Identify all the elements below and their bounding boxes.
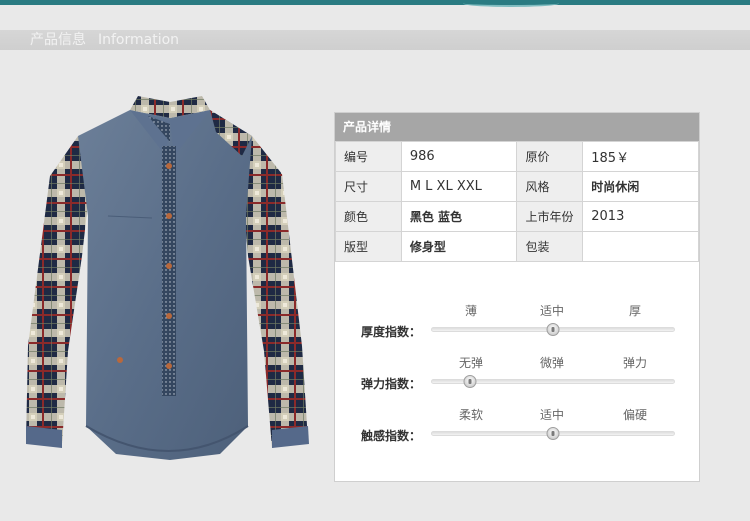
- meter-tick-label: 微弹: [539, 356, 565, 370]
- meter-tick-label: 无弹: [458, 356, 484, 370]
- spec-value: M L XL XXL: [400, 171, 518, 202]
- spec-value: 修身型: [400, 231, 518, 262]
- spec-value: 986: [400, 141, 518, 172]
- meter-label: 厚度指数：: [361, 325, 422, 339]
- spec-label: 版型: [335, 231, 402, 262]
- meter-label: 触感指数：: [361, 429, 422, 443]
- meter-knob: [546, 323, 560, 336]
- panel-title: 产品详情: [335, 113, 699, 141]
- spec-label: 尺寸: [335, 171, 402, 202]
- thickness-meter: 薄 适中 厚 厚度指数：: [335, 293, 699, 343]
- meter-tick-label: 厚: [628, 304, 642, 318]
- meter-label: 弹力指数：: [361, 377, 422, 391]
- section-title-en: Information: [98, 32, 180, 48]
- meter-tick-label: 弹力: [622, 356, 648, 370]
- spec-label: 包装: [516, 231, 584, 262]
- spec-value: 时尚休闲: [582, 171, 699, 202]
- rating-meters: 薄 适中 厚 厚度指数： 无弹 微弹 弹力 弹力指数： 柔软 适中 偏硬 触感指…: [335, 285, 699, 475]
- top-swoosh-decoration: [463, 0, 559, 7]
- meter-tick-label: 偏硬: [622, 408, 648, 422]
- section-title: 产品信息 Information: [30, 30, 179, 50]
- spec-value: 黑色 蓝色: [400, 201, 518, 232]
- table-row: 编号 986 原价 185￥: [335, 141, 699, 172]
- touch-meter: 柔软 适中 偏硬 触感指数：: [335, 397, 699, 447]
- meter-knob: [463, 375, 477, 388]
- spec-label: 编号: [335, 141, 402, 172]
- meter-knob: [546, 427, 560, 440]
- spec-label: 颜色: [335, 201, 402, 232]
- product-details-panel: 产品详情 编号 986 原价 185￥ 尺寸 M L XL XXL 风格 时尚休…: [334, 112, 700, 482]
- table-row: 颜色 黑色 蓝色 上市年份 2013: [335, 201, 699, 232]
- spec-value: 185￥: [582, 141, 699, 172]
- table-row: 尺寸 M L XL XXL 风格 时尚休闲: [335, 171, 699, 202]
- spec-value: [582, 231, 699, 262]
- meter-tick-label: 柔软: [458, 408, 484, 422]
- shirt-product-image: [26, 96, 309, 460]
- section-title-cn: 产品信息: [30, 32, 86, 48]
- top-accent-bar: [0, 0, 750, 5]
- meter-tick-label: 薄: [464, 304, 478, 318]
- elasticity-meter: 无弹 微弹 弹力 弹力指数：: [335, 345, 699, 395]
- meter-tick-label: 适中: [539, 408, 565, 422]
- specs-table: 编号 986 原价 185￥ 尺寸 M L XL XXL 风格 时尚休闲 颜色 …: [335, 141, 699, 262]
- spec-label: 风格: [516, 171, 584, 202]
- spec-label: 原价: [516, 141, 584, 172]
- spec-label: 上市年份: [516, 201, 584, 232]
- table-row: 版型 修身型 包装: [335, 231, 699, 262]
- meter-tick-label: 适中: [539, 304, 565, 318]
- spec-value: 2013: [582, 201, 699, 232]
